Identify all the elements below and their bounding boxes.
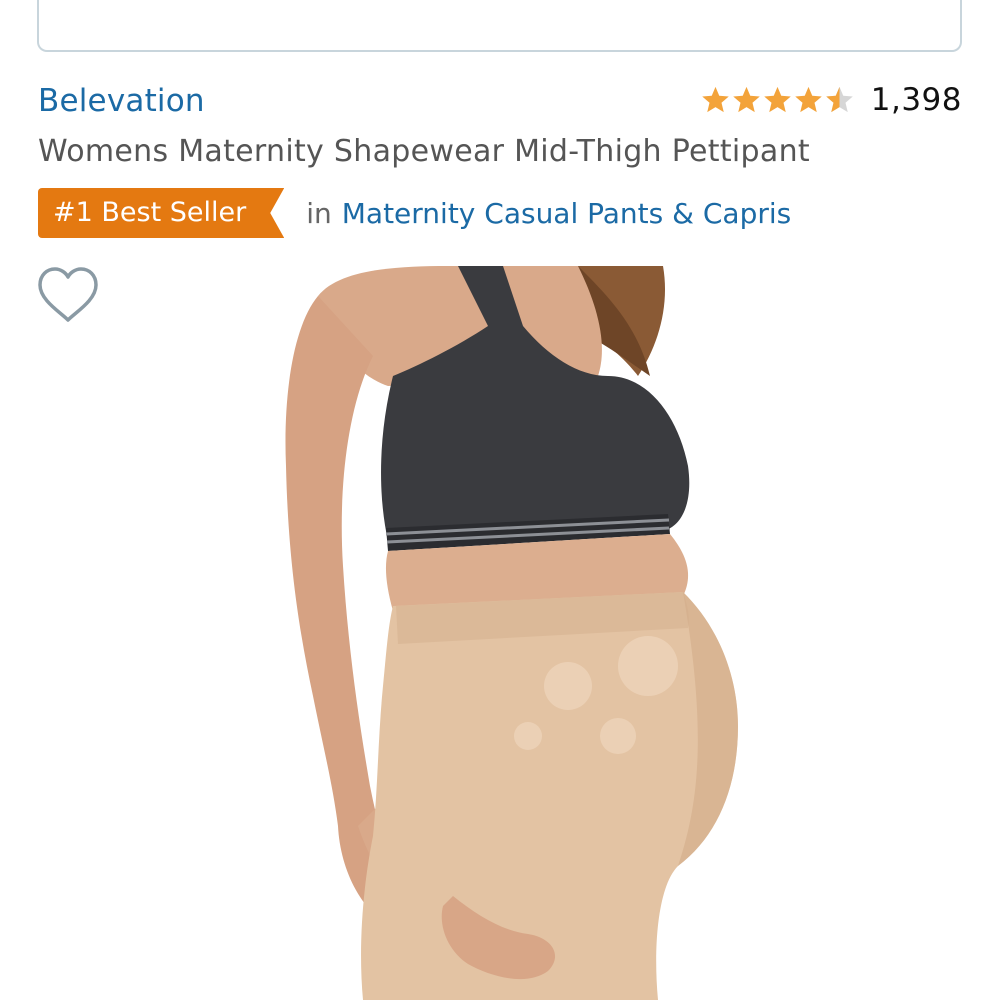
star-rating [700, 85, 855, 115]
star-half-icon [825, 86, 853, 113]
best-seller-row: #1 Best Seller in Maternity Casual Pants… [38, 188, 791, 238]
star-icon [764, 86, 791, 113]
star-icon [733, 86, 760, 113]
star-icon [702, 86, 729, 113]
badge-in-label: in [306, 196, 332, 230]
rating[interactable]: 1,398 [700, 82, 962, 118]
search-box[interactable] [37, 0, 962, 52]
best-seller-badge: #1 Best Seller [38, 188, 284, 238]
star-icon [795, 86, 822, 113]
product-title: Womens Maternity Shapewear Mid-Thigh Pet… [38, 134, 810, 169]
category-link[interactable]: Maternity Casual Pants & Capris [342, 197, 792, 230]
brand-link[interactable]: Belevation [38, 83, 205, 119]
product-image[interactable] [278, 266, 748, 1000]
heart-outline-icon[interactable] [36, 266, 100, 324]
rating-count: 1,398 [870, 82, 962, 118]
product-photo [278, 266, 748, 1000]
